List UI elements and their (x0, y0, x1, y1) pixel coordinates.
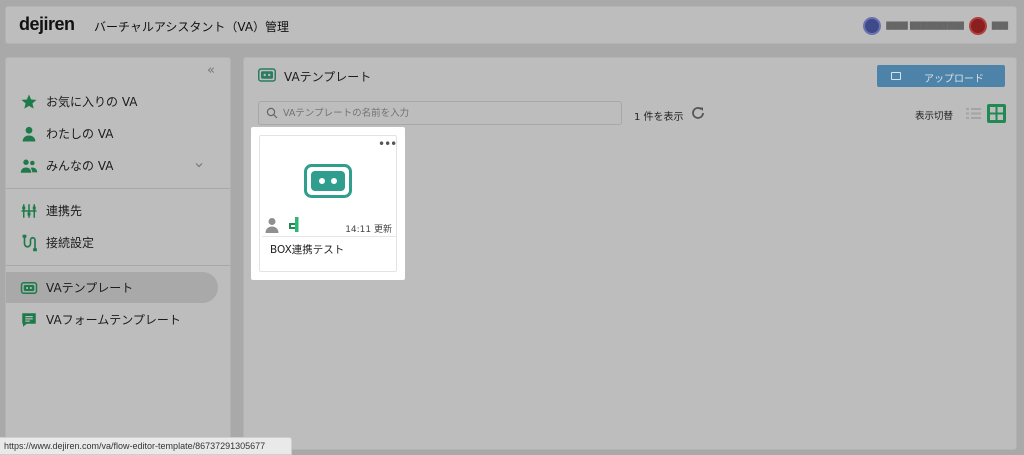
sidebar-item-favorite-va[interactable]: お気に入りの VA (6, 86, 230, 117)
robot-face-icon (258, 68, 276, 82)
sidebar-divider (6, 265, 230, 266)
sidebar-item-label: お気に入りの VA (46, 95, 138, 109)
template-name: BOX連携テスト (270, 244, 345, 256)
search-input[interactable] (283, 104, 613, 122)
robot-face-icon (304, 164, 352, 198)
list-view-icon[interactable] (965, 105, 982, 122)
form-icon (22, 313, 36, 327)
sidebar-item-connectors[interactable]: 連携先 (6, 195, 230, 226)
sidebar-item-my-va[interactable]: わたしの VA (6, 118, 230, 149)
card-name-box: BOX連携テスト (262, 236, 396, 271)
sidebar-item-va-template[interactable]: VAテンプレート (6, 272, 218, 303)
robot-face-icon (20, 282, 38, 294)
browser-status-url: https://www.dejiren.com/va/flow-editor-t… (0, 437, 292, 455)
sidebar-item-label: 連携先 (46, 204, 83, 218)
search-icon (266, 107, 278, 119)
sidebar-item-label: VAテンプレート (46, 281, 134, 295)
connection-settings-icon (22, 234, 37, 252)
upload-icon (891, 72, 901, 80)
sidebar-item-connection-settings[interactable]: 接続設定 (6, 227, 230, 258)
workspace-name-blurred[interactable]: ████ ██████████ (886, 22, 964, 30)
updated-time: 14:11 更新 (345, 225, 392, 235)
search-box[interactable] (258, 101, 622, 125)
app-title: バーチャルアシスタント（VA）管理 (94, 20, 290, 34)
template-card[interactable]: ••• 14:11 更新 BOX連携テスト (259, 135, 397, 272)
dejiren-brand-icon (289, 217, 299, 232)
grid-view-icon[interactable] (987, 104, 1006, 123)
upload-button[interactable]: アップロード (877, 65, 1005, 87)
user-name-blurred[interactable]: ███ (992, 22, 1008, 30)
person-icon (22, 126, 36, 142)
page-title: VAテンプレート (284, 70, 372, 84)
template-card-highlight: ••• 14:11 更新 BOX連携テスト (251, 127, 405, 280)
sidebar-item-label: 接続設定 (46, 236, 95, 250)
result-count: 1 件を表示 (634, 112, 684, 123)
user-area: ████ ██████████ ███ (863, 15, 1008, 37)
people-icon (20, 159, 38, 173)
star-icon (21, 94, 37, 109)
grid-icon (990, 107, 1003, 120)
chevron-down-icon[interactable] (194, 160, 204, 170)
workspace-avatar[interactable] (863, 17, 882, 35)
dejiren-logo[interactable]: dejiren (19, 14, 75, 35)
user-avatar[interactable] (968, 17, 987, 35)
person-icon (265, 218, 279, 233)
sidebar-item-label: VAフォームテンプレート (46, 313, 181, 327)
view-toggle-label: 表示切替 (915, 111, 954, 122)
upload-button-label: アップロード (924, 74, 984, 85)
sidebar-item-label: みんなの VA (46, 159, 114, 173)
app-header: dejiren バーチャルアシスタント（VA）管理 ████ █████████… (5, 6, 1017, 44)
sidebar-item-label: わたしの VA (46, 127, 114, 141)
sidebar-divider (6, 188, 230, 189)
sidebar-item-va-form-template[interactable]: VAフォームテンプレート (6, 304, 230, 335)
connector-icon (21, 204, 37, 218)
sidebar: « お気に入りの VA わたしの VA みんなの VA 連携先 接続設定 VAテ… (5, 57, 231, 450)
collapse-sidebar-icon[interactable]: « (207, 64, 223, 78)
more-options-icon[interactable]: ••• (378, 138, 397, 150)
refresh-icon[interactable] (690, 105, 706, 121)
sidebar-item-everyones-va[interactable]: みんなの VA (6, 150, 230, 181)
